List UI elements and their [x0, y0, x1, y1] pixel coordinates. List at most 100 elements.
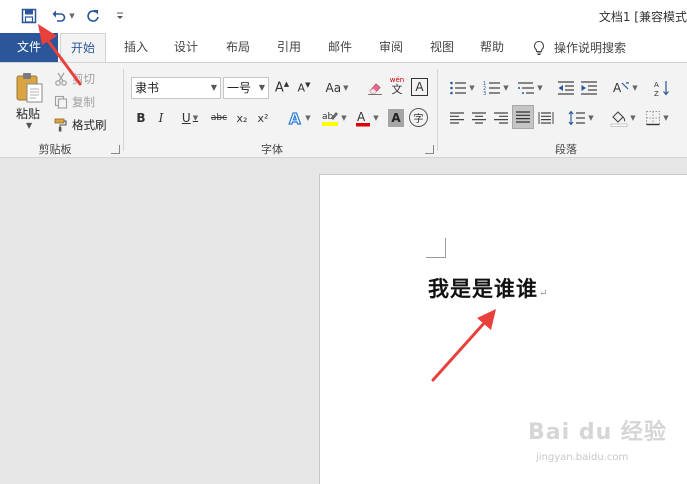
change-case-button[interactable]: Aa ▼ [322, 77, 352, 99]
font-launcher-icon[interactable] [425, 145, 434, 154]
chevron-down-icon: ▼ [210, 83, 217, 92]
line-spacing-button[interactable]: ▼ [566, 107, 596, 129]
decrease-indent-button[interactable] [556, 77, 576, 99]
enclose-characters-button[interactable]: 字 [409, 108, 428, 127]
cut-button[interactable]: 剪切 [54, 69, 95, 89]
document-body-text[interactable]: 我是是谁谁↵ [428, 273, 548, 303]
character-border-label: A [415, 80, 424, 94]
align-right-button[interactable] [491, 107, 511, 129]
undo-dropdown-icon[interactable]: ▼ [69, 12, 74, 20]
subscript-button[interactable]: x₂ [233, 107, 251, 129]
font-name-value: 隶书 [135, 81, 160, 95]
tab-help[interactable]: 帮助 [472, 33, 512, 62]
italic-button[interactable]: I [153, 107, 169, 129]
tell-me-search[interactable]: 操作说明搜索 [532, 33, 626, 62]
bold-label: B [136, 111, 146, 125]
tab-file[interactable]: 文件 [0, 33, 58, 62]
sort-button[interactable]: A Z [652, 77, 672, 99]
bullets-button[interactable]: ▼ [447, 77, 477, 99]
tab-mailings[interactable]: 邮件 [320, 33, 360, 62]
font-size-combo[interactable]: 一号 ▼ [223, 77, 269, 99]
distributed-button[interactable] [536, 107, 556, 129]
decrease-indent-icon [558, 81, 574, 95]
copy-label: 复制 [72, 95, 95, 109]
svg-text:A: A [654, 81, 659, 89]
shrink-font-button[interactable]: A▼ [295, 77, 313, 99]
ribbon-home: 粘贴 ▼ 剪切 复制 格式刷 剪贴板 隶书 ▼ 一号 ▼ A▲ A▼ Aa ▼ … [0, 62, 687, 158]
shading-button[interactable]: ▼ [608, 107, 638, 129]
copy-icon [54, 95, 68, 109]
character-shading-button[interactable]: A [388, 109, 404, 127]
font-name-combo[interactable]: 隶书 ▼ [131, 77, 221, 99]
clipboard-paste-icon [16, 73, 43, 103]
tab-review[interactable]: 审阅 [371, 33, 411, 62]
numbering-button[interactable]: 1 2 3 ▼ [481, 77, 511, 99]
bold-button[interactable]: B [133, 107, 149, 129]
subscript-label: x₂ [236, 111, 248, 125]
grow-font-button[interactable]: A▲ [273, 77, 291, 99]
paste-dropdown-icon[interactable]: ▼ [26, 121, 32, 130]
tell-me-label: 操作说明搜索 [554, 41, 627, 55]
font-color-icon: A [356, 110, 371, 127]
group-divider [437, 69, 438, 151]
font-color-button[interactable]: A ▼ [352, 107, 382, 129]
text-effects-icon: A [289, 110, 302, 126]
borders-button[interactable]: ▼ [642, 107, 672, 129]
font-group-label: 字体 [261, 143, 283, 156]
multilevel-list-button[interactable]: ▼ [515, 77, 545, 99]
highlighter-icon: ab [322, 112, 339, 126]
format-painter-label: 格式刷 [72, 118, 107, 132]
svg-text:A: A [613, 81, 622, 95]
sort-az-icon: A Z [654, 81, 669, 97]
watermark-brand: Bai du 经验 [528, 420, 667, 445]
margin-corner-mark [426, 238, 446, 258]
tab-insert[interactable]: 插入 [116, 33, 156, 62]
scissors-icon [55, 72, 67, 86]
tab-references[interactable]: 引用 [269, 33, 309, 62]
align-center-button[interactable] [469, 107, 489, 129]
phonetic-char: 文 [391, 83, 403, 96]
watermark-url: jingyan.baidu.com [536, 452, 629, 463]
bullet-list-icon [450, 81, 467, 95]
redo-button[interactable] [82, 6, 104, 26]
text-direction-button[interactable]: A ▼ [610, 77, 640, 99]
svg-text:Z: Z [654, 90, 659, 97]
undo-button[interactable]: ▼ [48, 6, 78, 26]
paintbrush-icon [54, 118, 67, 132]
clear-formatting-button[interactable] [366, 77, 384, 99]
numbered-list-icon: 1 2 3 [483, 81, 501, 96]
underline-label: U [181, 111, 191, 125]
align-left-button[interactable] [447, 107, 467, 129]
copy-button[interactable]: 复制 [54, 92, 95, 112]
paste-label[interactable]: 粘贴 [16, 105, 40, 122]
superscript-label: x² [257, 111, 269, 125]
document-title: 文档1 [兼容模式 [598, 10, 687, 24]
baidu-watermark: Bai du 经验 jingyan.baidu.com [528, 410, 678, 474]
increase-indent-button[interactable] [579, 77, 599, 99]
justify-button[interactable] [512, 105, 534, 129]
redo-icon [87, 10, 99, 22]
underline-button[interactable]: U ▼ [175, 107, 205, 129]
tab-design[interactable]: 设计 [166, 33, 206, 62]
tab-layout[interactable]: 布局 [218, 33, 258, 62]
text-highlight-button[interactable]: ab ▼ [318, 107, 350, 129]
undo-icon [52, 10, 66, 22]
character-border-button[interactable]: A [411, 78, 428, 96]
group-divider [123, 69, 124, 151]
paragraph-mark: ↵ [539, 288, 549, 299]
cut-label: 剪切 [72, 72, 95, 86]
clipboard-launcher-icon[interactable] [111, 145, 120, 154]
format-painter-button[interactable]: 格式刷 [54, 115, 107, 135]
tab-home[interactable]: 开始 [60, 33, 106, 63]
paste-button[interactable] [14, 71, 46, 103]
superscript-button[interactable]: x² [254, 107, 272, 129]
save-button[interactable] [18, 6, 40, 26]
phonetic-guide-button[interactable]: wén 文 [386, 75, 408, 97]
save-icon [21, 8, 37, 24]
text-effects-button[interactable]: A ▼ [284, 107, 314, 129]
strikethrough-button[interactable]: abc [208, 107, 230, 129]
customize-quick-access-icon[interactable] [112, 6, 128, 26]
tab-view[interactable]: 视图 [422, 33, 462, 62]
document-text: 我是是谁谁 [428, 276, 538, 301]
increase-indent-icon [581, 81, 597, 95]
